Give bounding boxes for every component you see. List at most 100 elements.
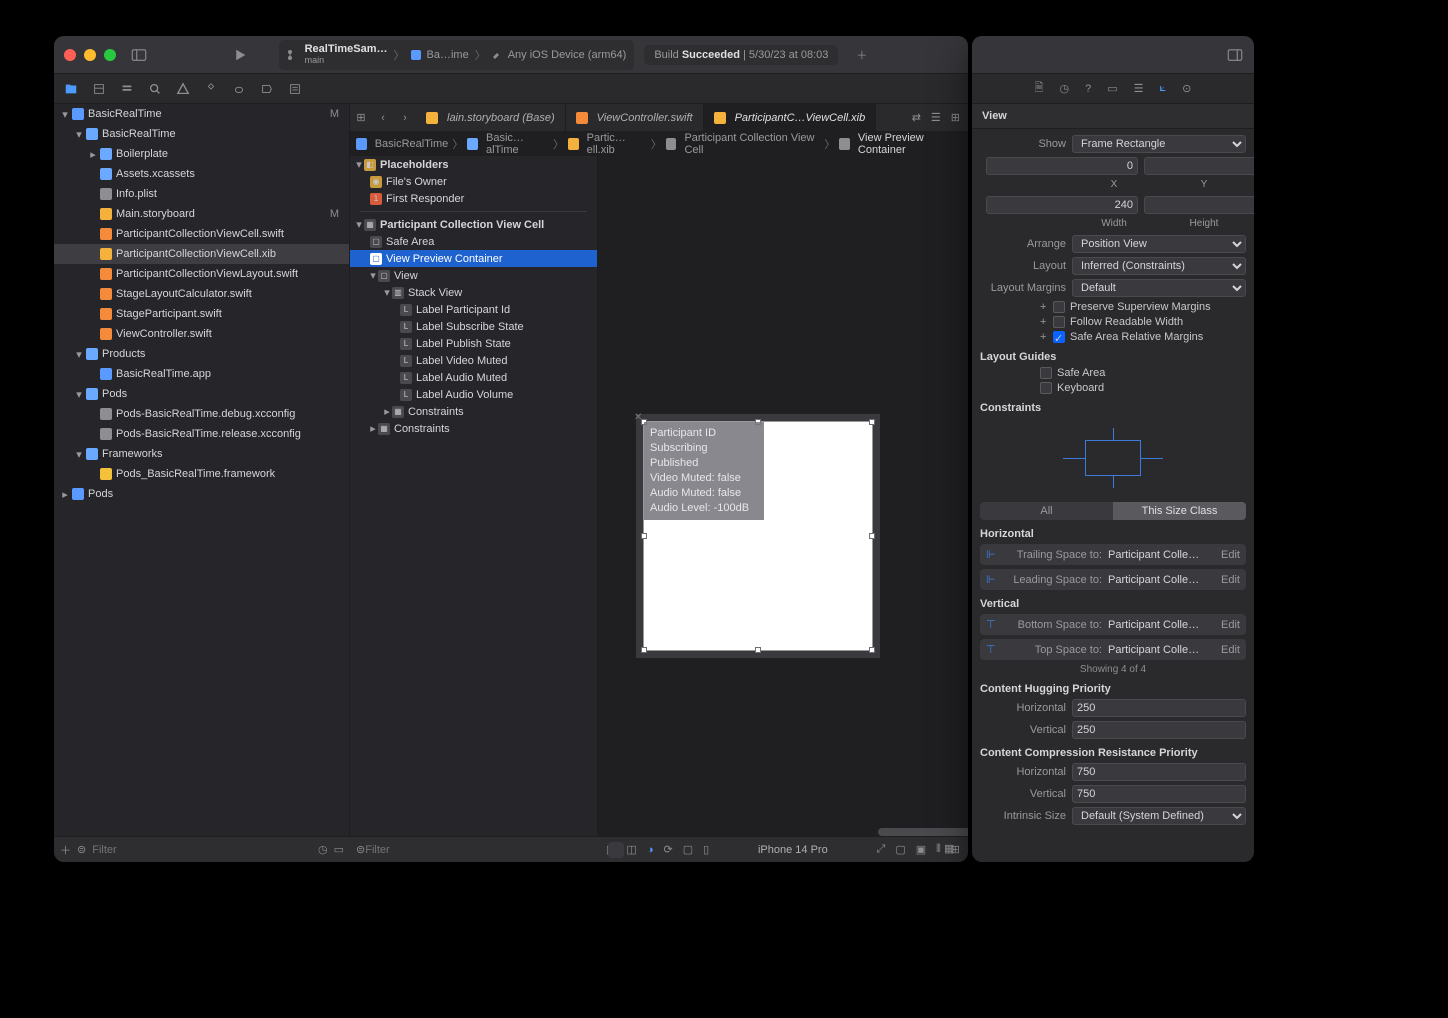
nav-row[interactable]: Pods-BasicRealTime.debug.xcconfig — [54, 404, 349, 424]
editor-tab[interactable]: ViewController.swift — [566, 104, 704, 131]
nav-row[interactable]: ViewController.swift — [54, 324, 349, 344]
constraints-diagram[interactable] — [980, 418, 1246, 498]
jump-bar[interactable]: BasicRealTime〉Basic…alTime〉Partic…ell.xi… — [350, 132, 968, 156]
constraint-edit-button[interactable]: Edit — [1221, 644, 1240, 656]
debug-navigator-icon[interactable] — [232, 82, 246, 96]
add-editor-icon[interactable]: ⊞ — [951, 111, 960, 124]
nav-row[interactable]: ▾BasicRealTimeM — [54, 104, 349, 124]
nav-row[interactable]: Assets.xcassets — [54, 164, 349, 184]
issue-navigator-icon[interactable] — [176, 82, 190, 96]
outline-filter-icon[interactable]: ⊜ — [356, 843, 365, 856]
crumb[interactable]: Basic…alTime — [486, 132, 549, 156]
constraint-scope-segment[interactable]: AllThis Size Class — [980, 502, 1246, 520]
arrange-select[interactable]: Position View — [1072, 235, 1246, 253]
minimize-window[interactable] — [84, 49, 96, 61]
crumb[interactable]: Participant Collection View Cell — [684, 132, 820, 156]
help-inspector-icon[interactable]: ? — [1085, 83, 1091, 95]
constraint-edit-button[interactable]: Edit — [1221, 619, 1240, 631]
ib-canvas[interactable]: ✕ Participant IDSubscribingPublishedVide… — [598, 156, 968, 862]
layout-select[interactable]: Inferred (Constraints) — [1072, 257, 1246, 275]
width-field[interactable] — [986, 196, 1138, 214]
canvas-device-icon[interactable]: ▯ — [703, 843, 709, 856]
preserve-margins-checkbox[interactable]: +Preserve Superview Margins — [1040, 301, 1246, 313]
nav-row[interactable]: ▸Pods — [54, 484, 349, 504]
hug-h-field[interactable] — [1072, 699, 1246, 717]
canvas-orientation-icon[interactable]: ⟳ — [663, 843, 672, 856]
canvas-embed-icon[interactable]: ▣ — [916, 843, 926, 856]
navigator-filter-input[interactable] — [92, 844, 312, 856]
keyboard-guide-checkbox[interactable]: Keyboard — [1040, 382, 1246, 394]
nav-row[interactable]: StageParticipant.swift — [54, 304, 349, 324]
show-select[interactable]: Frame Rectangle — [1072, 135, 1246, 153]
canvas-appearance-icon[interactable]: ◑ — [647, 844, 654, 856]
crumb[interactable]: Partic…ell.xib — [587, 132, 647, 156]
safe-area-guide-checkbox[interactable]: Safe Area — [1040, 367, 1246, 379]
outline-label[interactable]: LLabel Audio Volume — [350, 386, 597, 403]
connections-inspector-icon[interactable]: ⊙ — [1182, 82, 1191, 95]
outline-cell[interactable]: ▾▦Participant Collection View Cell — [350, 216, 597, 233]
nav-row[interactable]: ▾Pods — [54, 384, 349, 404]
outline-label[interactable]: LLabel Audio Muted — [350, 369, 597, 386]
outline-label[interactable]: LLabel Publish State — [350, 335, 597, 352]
canvas-zoom-out-icon[interactable]: ⤢ — [877, 843, 886, 856]
find-navigator-icon[interactable] — [148, 82, 162, 96]
outline-filter-input[interactable] — [365, 844, 592, 856]
height-field[interactable] — [1144, 196, 1254, 214]
outline-constraints-inner[interactable]: ▸▦Constraints — [350, 403, 597, 420]
outline-files-owner[interactable]: ◉File's Owner — [350, 173, 597, 190]
tab-grid-icon[interactable]: ⊞ — [350, 104, 372, 131]
constraint-item[interactable]: ⊩Trailing Space to:Participant Colle…Edi… — [980, 544, 1246, 565]
crumb[interactable]: View Preview Container — [858, 132, 962, 156]
history-inspector-icon[interactable]: ◷ — [1060, 82, 1070, 95]
canvas-align-icon[interactable]: ⫴ — [936, 843, 941, 856]
nav-row[interactable]: ParticipantCollectionViewLayout.swift — [54, 264, 349, 284]
outline-constraints-outer[interactable]: ▸▦Constraints — [350, 420, 597, 437]
hug-v-field[interactable] — [1072, 721, 1246, 739]
debug-console-toggle[interactable] — [608, 842, 624, 858]
y-field[interactable] — [1144, 157, 1254, 175]
nav-row[interactable]: Pods_BasicRealTime.framework — [54, 464, 349, 484]
close-window[interactable] — [64, 49, 76, 61]
tab-back-button[interactable]: ‹ — [372, 104, 394, 131]
crumb[interactable]: BasicRealTime — [375, 138, 449, 150]
identity-inspector-icon[interactable]: ▭ — [1107, 82, 1117, 95]
comp-h-field[interactable] — [1072, 763, 1246, 781]
outline-first-responder[interactable]: 1First Responder — [350, 190, 597, 207]
margins-select[interactable]: Default — [1072, 279, 1246, 297]
add-tab-button[interactable]: ＋ — [848, 47, 875, 63]
safe-area-margins-checkbox[interactable]: +✓Safe Area Relative Margins — [1040, 331, 1246, 343]
breakpoint-navigator-icon[interactable] — [260, 82, 274, 96]
editor-tab[interactable]: lain.storyboard (Base) — [416, 104, 566, 131]
nav-row[interactable]: ▾Frameworks — [54, 444, 349, 464]
constraint-item[interactable]: ⊤Bottom Space to:Participant Colle…Edit — [980, 614, 1246, 635]
canvas-adjust-icon[interactable]: ◫ — [626, 843, 636, 856]
nav-row[interactable]: StageLayoutCalculator.swift — [54, 284, 349, 304]
recent-filter-icon[interactable]: ◷ — [318, 843, 328, 856]
nav-row[interactable]: ParticipantCollectionViewCell.swift — [54, 224, 349, 244]
attributes-inspector-icon[interactable]: ☰ — [1134, 82, 1144, 95]
outline-preview-container[interactable]: ▢View Preview Container — [350, 250, 597, 267]
outline-label[interactable]: LLabel Participant Id — [350, 301, 597, 318]
build-status[interactable]: Build Succeeded | 5/30/23 at 08:03 — [644, 45, 838, 65]
add-file-button[interactable]: ＋ — [60, 842, 71, 858]
canvas-device-label[interactable]: iPhone 14 Pro — [719, 844, 866, 856]
canvas-layout-icon[interactable]: ▢ — [683, 843, 693, 856]
constraint-item[interactable]: ⊩Leading Space to:Participant Colle…Edit — [980, 569, 1246, 590]
scm-filter-icon[interactable]: ▭ — [334, 843, 344, 856]
constraint-item[interactable]: ⊤Top Space to:Participant Colle…Edit — [980, 639, 1246, 660]
project-navigator-icon[interactable] — [64, 82, 78, 96]
outline-safe-area[interactable]: ▢Safe Area — [350, 233, 597, 250]
file-inspector-icon[interactable]: 🗎 — [1035, 79, 1044, 98]
minimap-toggle-icon[interactable]: ▦ — [944, 842, 960, 858]
filter-icon[interactable]: ⊜ — [77, 843, 86, 856]
tab-forward-button[interactable]: › — [394, 104, 416, 131]
source-control-navigator-icon[interactable] — [92, 82, 106, 96]
run-button-icon[interactable] — [231, 46, 249, 64]
x-field[interactable] — [986, 157, 1138, 175]
size-inspector-icon[interactable]: ⟀ — [1160, 82, 1167, 95]
scheme-selector[interactable]: RealTimeSam… main 〉 Ba…ime 〉 Any iOS Dev… — [279, 40, 635, 70]
outline-stack-view[interactable]: ▾▥Stack View — [350, 284, 597, 301]
nav-row[interactable]: BasicRealTime.app — [54, 364, 349, 384]
zoom-window[interactable] — [104, 49, 116, 61]
constraint-edit-button[interactable]: Edit — [1221, 549, 1240, 561]
